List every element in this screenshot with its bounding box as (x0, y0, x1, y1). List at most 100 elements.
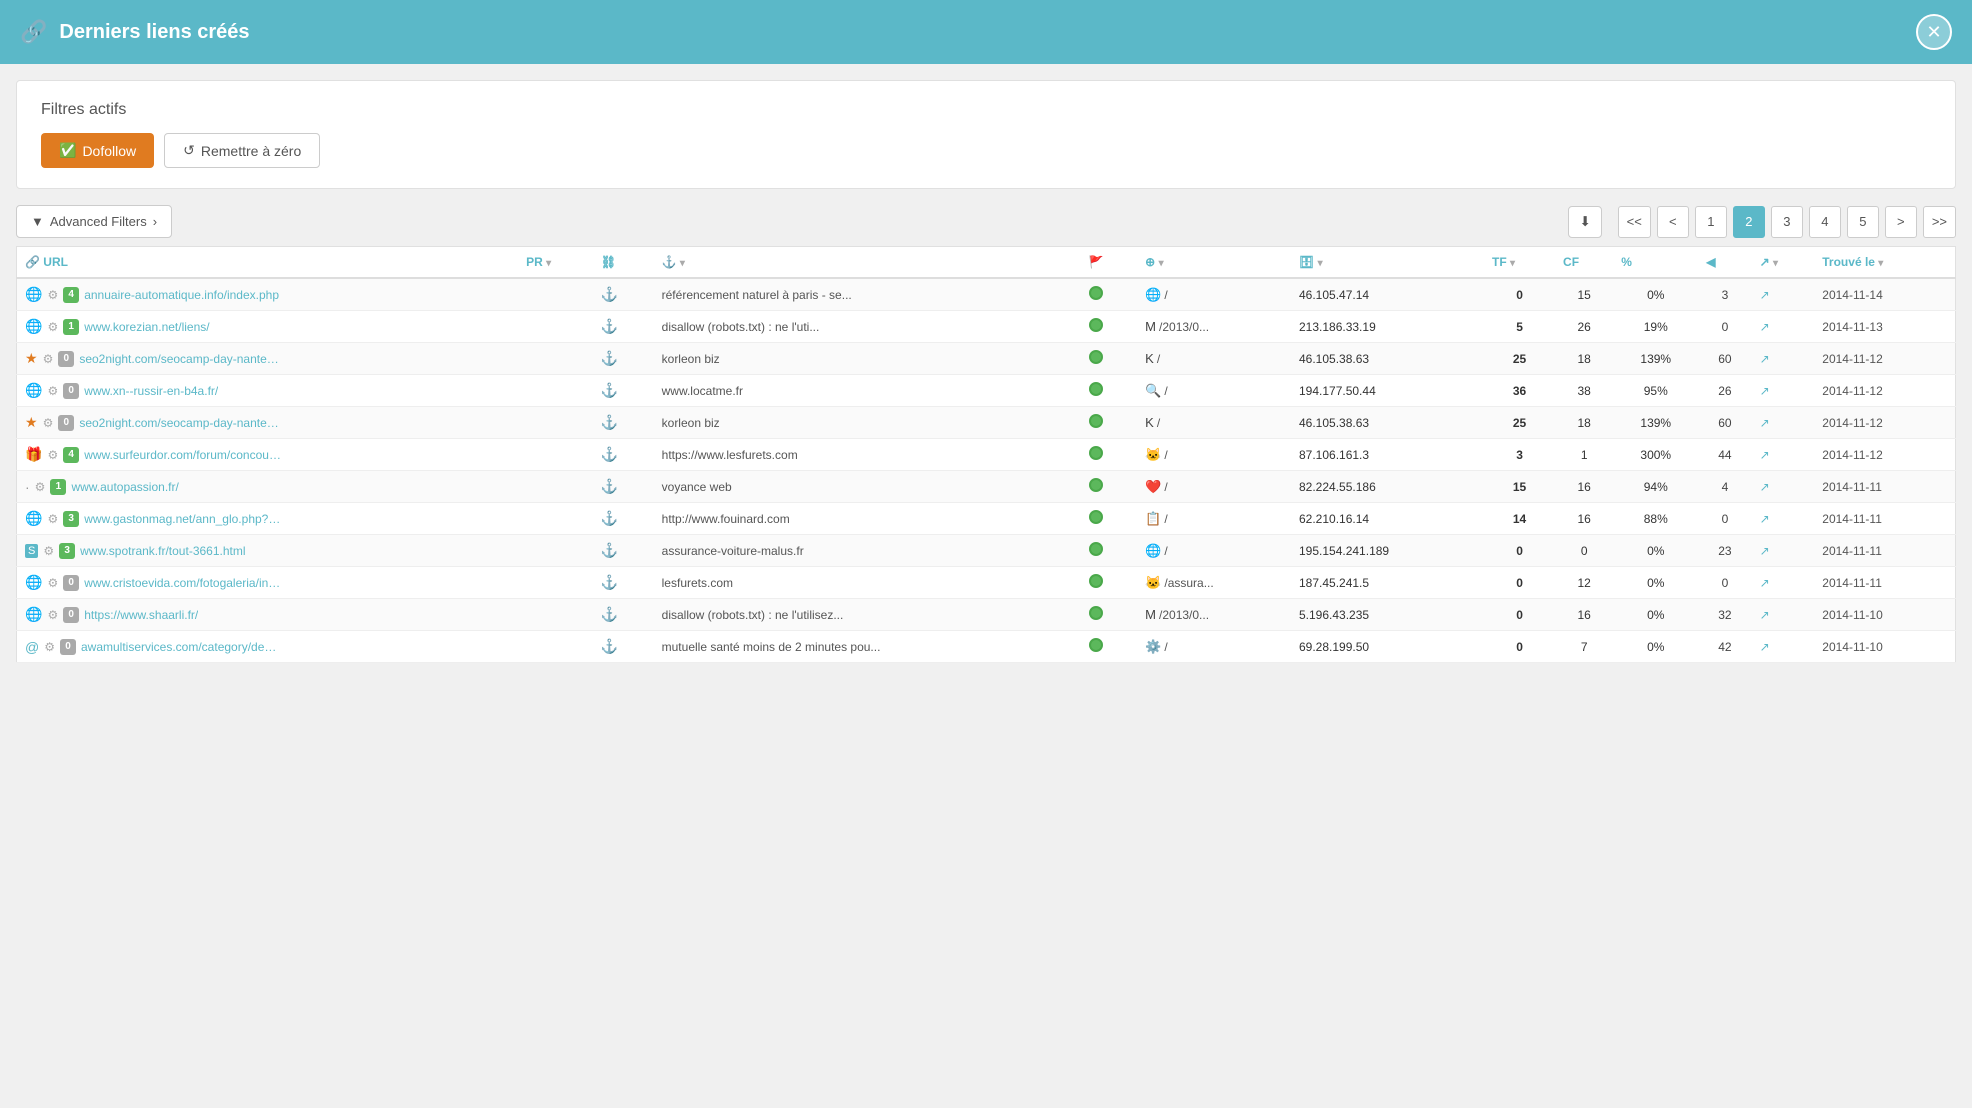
extlink-cell[interactable]: ↗ (1752, 471, 1815, 503)
ip-cell: 187.45.241.5 (1291, 567, 1484, 599)
col-target[interactable]: ⊕ ▾ (1137, 247, 1291, 279)
page-3-button[interactable]: 3 (1771, 206, 1803, 238)
close-button[interactable]: ✕ (1916, 14, 1952, 50)
gear-icon[interactable]: ⚙ (44, 640, 55, 654)
advanced-filters-button[interactable]: ▼ Advanced Filters › (16, 205, 172, 238)
extlink-cell[interactable]: ↗ (1752, 407, 1815, 439)
prev-page-button[interactable]: < (1657, 206, 1689, 238)
url-cell[interactable]: 🎁 ⚙ 4 www.surfeurdor.com/forum/concours-… (17, 439, 519, 471)
extlink-cell[interactable]: ↗ (1752, 503, 1815, 535)
badge: 3 (63, 511, 79, 527)
gear-icon[interactable]: ⚙ (43, 416, 54, 430)
url-cell[interactable]: · ⚙ 1 www.autopassion.fr/ (17, 471, 519, 503)
col-anchor[interactable]: ⚓ ▾ (654, 247, 1081, 279)
gear-icon[interactable]: ⚙ (47, 512, 58, 526)
url-link[interactable]: www.xn--russir-en-b4a.fr/ (84, 384, 218, 398)
extlink-cell[interactable]: ↗ (1752, 278, 1815, 311)
anchor-cell: www.locatme.fr (654, 375, 1081, 407)
url-link[interactable]: seo2night.com/seocamp-day-nantes-2014 (79, 416, 279, 430)
url-cell[interactable]: 🌐 ⚙ 0 www.xn--russir-en-b4a.fr/ (17, 375, 519, 407)
export-button[interactable]: ⬇ (1568, 206, 1601, 238)
url-cell[interactable]: 🌐 ⚙ 3 www.gastonmag.net/ann_glo.php?rub=… (17, 503, 519, 535)
pct-cell: 0% (1613, 278, 1698, 311)
gear-icon[interactable]: ⚙ (47, 608, 58, 622)
target-icon: K (1145, 415, 1154, 430)
table-row: 🌐 ⚙ 0 www.cristoevida.com/fotogaleria/in… (17, 567, 1956, 599)
url-link[interactable]: www.autopassion.fr/ (71, 480, 178, 494)
anchor-icon: ⚓ (601, 446, 618, 462)
url-link[interactable]: seo2night.com/seocamp-day-nantes-2014 (79, 352, 279, 366)
dofollow-filter-button[interactable]: ✅ Dofollow (41, 133, 154, 168)
col-pr[interactable]: PR ▾ (518, 247, 593, 279)
target-cell: M /2013/0... (1137, 311, 1291, 343)
extlink-cell[interactable]: ↗ (1752, 567, 1815, 599)
gear-icon[interactable]: ⚙ (47, 576, 58, 590)
page-5-button[interactable]: 5 (1847, 206, 1879, 238)
anchor-cell: référencement naturel à paris - se... (654, 278, 1081, 311)
url-link[interactable]: awamultiservices.com/category/decorat... (81, 640, 281, 654)
last-page-button[interactable]: >> (1923, 206, 1956, 238)
url-cell[interactable]: @ ⚙ 0 awamultiservices.com/category/deco… (17, 631, 519, 663)
extlink-cell[interactable]: ↗ (1752, 599, 1815, 631)
gear-icon[interactable]: ⚙ (43, 352, 54, 366)
url-link[interactable]: www.spotrank.fr/tout-3661.html (80, 544, 245, 558)
extlink-cell[interactable]: ↗ (1752, 311, 1815, 343)
table-row: S ⚙ 3 www.spotrank.fr/tout-3661.html ⚓ a… (17, 535, 1956, 567)
link-icon-cell: ⚓ (593, 407, 654, 439)
next-page-button[interactable]: > (1885, 206, 1917, 238)
url-cell[interactable]: 🌐 ⚙ 0 https://www.shaarli.fr/ (17, 599, 519, 631)
url-cell[interactable]: 🌐 ⚙ 1 www.korezian.net/liens/ (17, 311, 519, 343)
col-ip-stack[interactable]: 🗄 ▾ (1291, 247, 1484, 279)
tf-cell: 0 (1484, 631, 1555, 663)
reset-filter-button[interactable]: ↺ Remettre à zéro (164, 133, 320, 168)
col-extlink[interactable]: ↗ ▾ (1752, 247, 1815, 279)
gear-icon[interactable]: ⚙ (47, 448, 58, 462)
date-cell: 2014-11-12 (1814, 343, 1955, 375)
target-path: / (1164, 448, 1167, 462)
tf-cell: 25 (1484, 407, 1555, 439)
date-cell: 2014-11-11 (1814, 567, 1955, 599)
extlink-cell[interactable]: ↗ (1752, 535, 1815, 567)
gear-icon[interactable]: ⚙ (43, 544, 54, 558)
target-icon: 🌐 (1145, 287, 1161, 303)
tf-cell: 14 (1484, 503, 1555, 535)
extlink-cell[interactable]: ↗ (1752, 439, 1815, 471)
url-link[interactable]: https://www.shaarli.fr/ (84, 608, 198, 622)
col-tf[interactable]: TF ▾ (1484, 247, 1555, 279)
cf-cell: 7 (1555, 631, 1613, 663)
tf-cell: 25 (1484, 343, 1555, 375)
page-1-button[interactable]: 1 (1695, 206, 1727, 238)
gear-icon[interactable]: ⚙ (47, 288, 58, 302)
badge: 0 (60, 639, 76, 655)
gear-icon[interactable]: ⚙ (47, 320, 58, 334)
anchor-cell: https://www.lesfurets.com (654, 439, 1081, 471)
cf-cell: 16 (1555, 503, 1613, 535)
first-page-button[interactable]: << (1618, 206, 1651, 238)
share-cell: 44 (1698, 439, 1751, 471)
col-found[interactable]: Trouvé le ▾ (1814, 247, 1955, 279)
extlink-cell[interactable]: ↗ (1752, 631, 1815, 663)
status-dot (1089, 638, 1103, 652)
url-cell[interactable]: 🌐 ⚙ 4 annuaire-automatique.info/index.ph… (17, 278, 519, 311)
url-cell[interactable]: ★ ⚙ 0 seo2night.com/seocamp-day-nantes-2… (17, 343, 519, 375)
status-dot (1089, 478, 1103, 492)
url-cell[interactable]: ★ ⚙ 0 seo2night.com/seocamp-day-nantes-2… (17, 407, 519, 439)
badge: 3 (59, 543, 75, 559)
url-link[interactable]: www.cristoevida.com/fotogaleria/index... (84, 576, 284, 590)
anchor-cell: assurance-voiture-malus.fr (654, 535, 1081, 567)
url-link[interactable]: www.surfeurdor.com/forum/concours-oct... (84, 448, 284, 462)
url-link[interactable]: www.gastonmag.net/ann_glo.php?rub=Cho... (84, 512, 284, 526)
gear-icon[interactable]: ⚙ (47, 384, 58, 398)
gear-icon[interactable]: ⚙ (35, 480, 46, 494)
url-link[interactable]: www.korezian.net/liens/ (84, 320, 209, 334)
url-cell[interactable]: S ⚙ 3 www.spotrank.fr/tout-3661.html (17, 535, 519, 567)
page-2-button[interactable]: 2 (1733, 206, 1765, 238)
page-4-button[interactable]: 4 (1809, 206, 1841, 238)
extlink-cell[interactable]: ↗ (1752, 343, 1815, 375)
link-icon-cell: ⚓ (593, 311, 654, 343)
url-link[interactable]: annuaire-automatique.info/index.php (84, 288, 279, 302)
extlink-cell[interactable]: ↗ (1752, 375, 1815, 407)
ip-cell: 87.106.161.3 (1291, 439, 1484, 471)
url-cell[interactable]: 🌐 ⚙ 0 www.cristoevida.com/fotogaleria/in… (17, 567, 519, 599)
target-path: /2013/0... (1159, 320, 1209, 334)
